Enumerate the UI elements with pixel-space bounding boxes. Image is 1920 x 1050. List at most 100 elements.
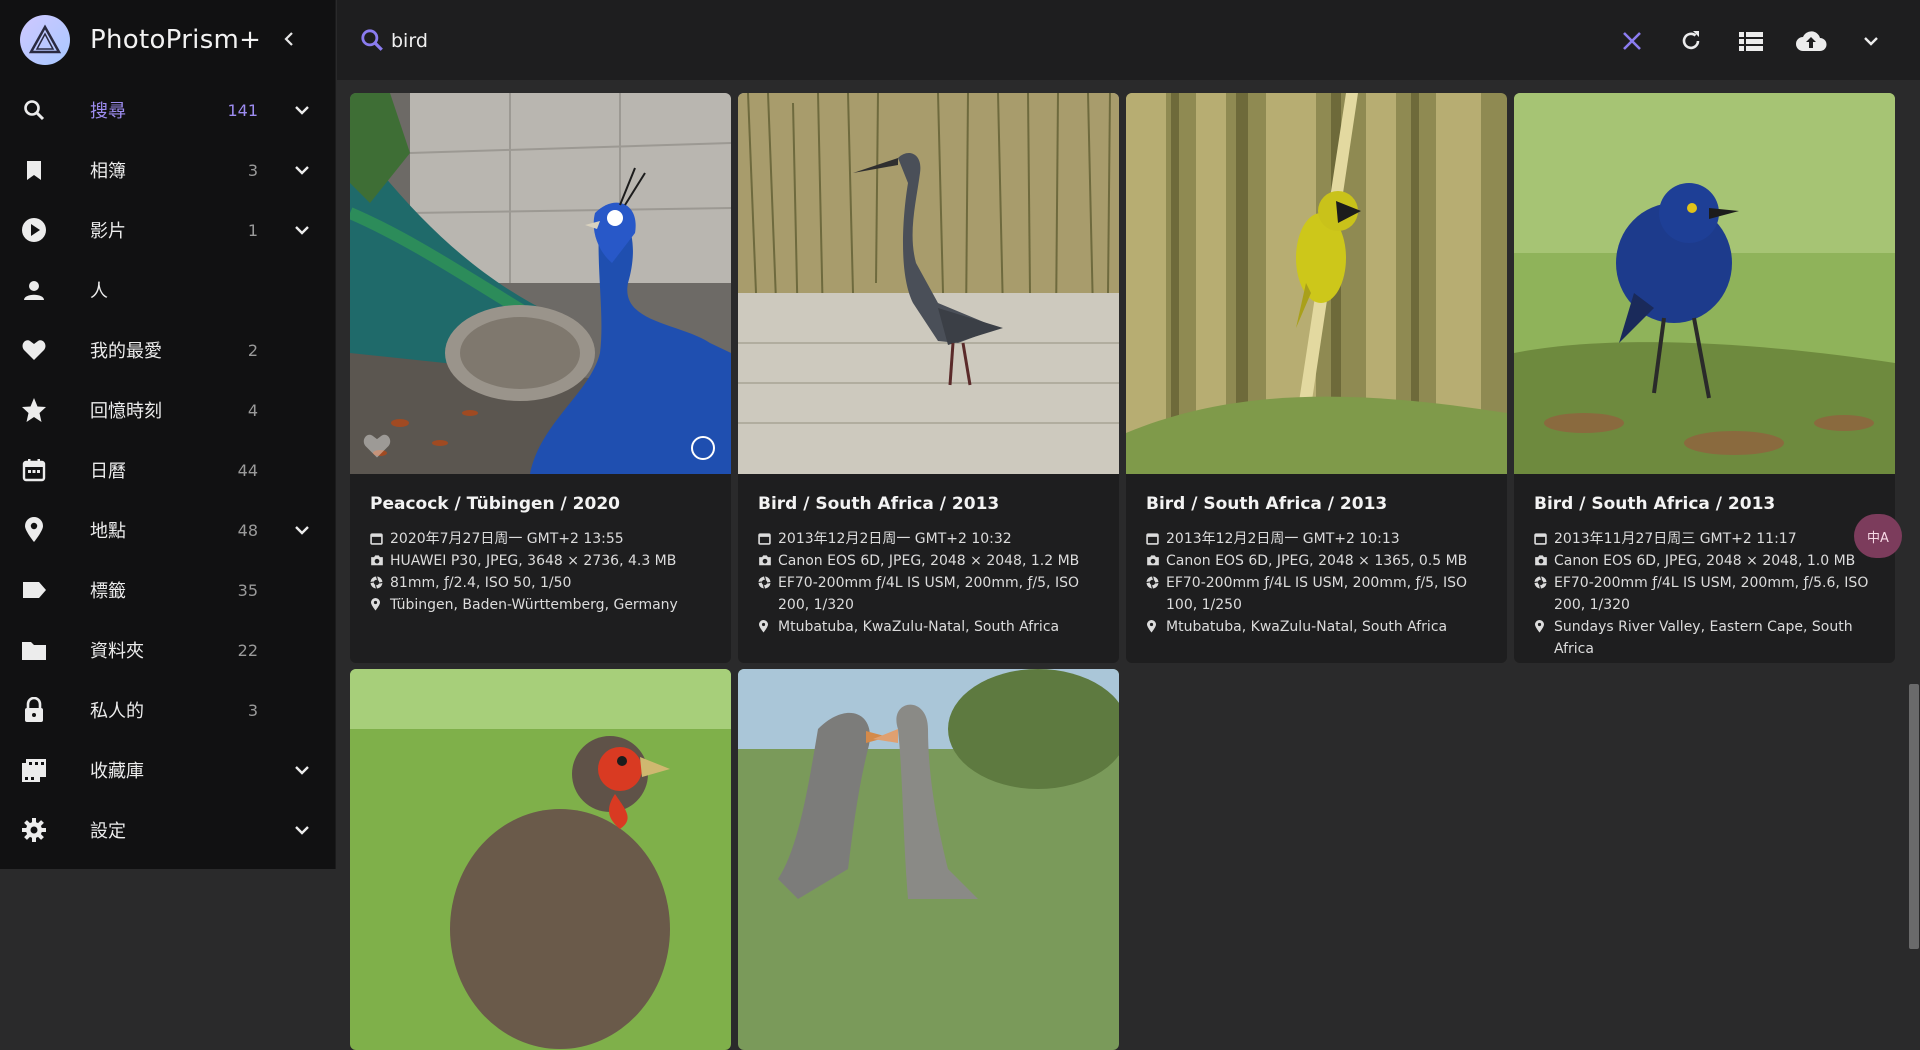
sidebar-item-calendar[interactable]: 日曆 44	[0, 440, 336, 500]
sidebar-item-label: 日曆	[90, 461, 126, 482]
photo-date: 2013年12月2日周一 GMT+2 10:13	[1166, 531, 1400, 547]
star-icon	[20, 396, 48, 424]
sidebar-item-label: 我的最愛	[90, 341, 162, 362]
sidebar-item-label: 相簿	[90, 161, 126, 182]
sidebar-item-moments[interactable]: 回憶時刻 4	[0, 380, 336, 440]
chevron-left-icon	[284, 32, 293, 46]
nav-list: 搜尋 141 相簿 3 影片 1 人 我的最愛 2 回憶時刻 4 日曆 44 地…	[0, 80, 336, 860]
sidebar-item-count: 2	[247, 340, 258, 360]
photo-card[interactable]: Bird / South Africa / 2013 2013年12月2日周一 …	[738, 93, 1119, 663]
photo-info: Peacock / Tübingen / 2020 2020年7月27日周一 G…	[350, 474, 731, 663]
photo-location[interactable]: Mtubatuba, KwaZulu-Natal, South Africa	[778, 616, 1059, 638]
photo-thumbnail[interactable]	[1126, 93, 1507, 474]
scrollbar[interactable]	[1908, 80, 1920, 949]
photo-card[interactable]	[350, 669, 731, 1050]
camera-icon	[370, 550, 390, 572]
search-input[interactable]	[391, 24, 991, 58]
camera-icon	[1534, 550, 1554, 572]
upload-button[interactable]	[1794, 24, 1828, 58]
photo-thumbnail[interactable]	[738, 669, 1119, 1050]
chevron-down-icon[interactable]	[290, 518, 314, 542]
sidebar-item-search[interactable]: 搜尋 141	[0, 80, 336, 140]
photo-card[interactable]: Bird / South Africa / 2013 2013年11月27日周三…	[1514, 93, 1895, 663]
sidebar-item-library[interactable]: 收藏庫	[0, 740, 336, 800]
aperture-icon	[1534, 572, 1554, 616]
upload-cloud-icon	[1796, 31, 1827, 51]
sidebar-item-private[interactable]: 私人的 3	[0, 680, 336, 740]
photo-camera-row: Canon EOS 6D, JPEG, 2048 × 2048, 1.0 MB	[1534, 550, 1875, 572]
photo-date: 2013年11月27日周三 GMT+2 11:17	[1554, 531, 1797, 547]
sidebar-item-label: 收藏庫	[90, 761, 144, 782]
scrollbar-thumb[interactable]	[1909, 684, 1919, 949]
photo-location-row: Sundays River Valley, Eastern Cape, Sout…	[1534, 616, 1875, 660]
refresh-button[interactable]	[1674, 24, 1708, 58]
chevron-down-icon[interactable]	[290, 758, 314, 782]
chevron-down-icon[interactable]	[290, 158, 314, 182]
photo-card[interactable]: Peacock / Tübingen / 2020 2020年7月27日周一 G…	[350, 93, 731, 663]
photo-card[interactable]	[738, 669, 1119, 1050]
photo-camera-row: Canon EOS 6D, JPEG, 2048 × 1365, 0.5 MB	[1146, 550, 1487, 572]
photo-location-row: Mtubatuba, KwaZulu-Natal, South Africa	[1146, 616, 1487, 638]
photo-date-row: 2013年12月2日周一 GMT+2 10:13	[1146, 528, 1487, 550]
sidebar-item-label: 人	[90, 281, 108, 302]
photo-date-row: 2013年11月27日周三 GMT+2 11:17	[1534, 528, 1875, 550]
sidebar-item-people[interactable]: 人	[0, 260, 336, 320]
collapse-sidebar-button[interactable]	[276, 26, 302, 52]
photo-info: Bird / South Africa / 2013 2013年12月2日周一 …	[738, 474, 1119, 663]
sidebar-item-albums[interactable]: 相簿 3	[0, 140, 336, 200]
photo-location-row: Tübingen, Baden-Württemberg, Germany	[370, 594, 711, 616]
sidebar-item-count: 3	[247, 700, 258, 720]
heart-icon[interactable]	[362, 432, 392, 462]
photo-location-row: Mtubatuba, KwaZulu-Natal, South Africa	[758, 616, 1099, 638]
map-pin-icon	[20, 516, 48, 544]
aperture-icon	[758, 572, 778, 616]
sidebar-item-videos[interactable]: 影片 1	[0, 200, 336, 260]
translate-button[interactable]: 中A	[1854, 514, 1902, 558]
chevron-down-icon[interactable]	[290, 218, 314, 242]
photo-location[interactable]: Sundays River Valley, Eastern Cape, Sout…	[1554, 616, 1875, 660]
map-pin-icon	[370, 594, 390, 616]
clear-search-button[interactable]	[1615, 24, 1649, 58]
photo-lens: EF70-200mm ƒ/4L IS USM, 200mm, ƒ/5, ISO …	[1166, 575, 1467, 613]
chevron-down-icon[interactable]	[290, 98, 314, 122]
select-checkbox[interactable]	[691, 436, 715, 460]
photo-camera: Canon EOS 6D, JPEG, 2048 × 1365, 0.5 MB	[1166, 553, 1468, 569]
sidebar-item-folders[interactable]: 資料夾 22	[0, 620, 336, 680]
app-logo[interactable]	[20, 15, 70, 65]
sidebar-item-label: 搜尋	[90, 101, 126, 122]
sidebar-item-favorites[interactable]: 我的最愛 2	[0, 320, 336, 380]
photo-date: 2020年7月27日周一 GMT+2 13:55	[390, 531, 624, 547]
photo-info: Bird / South Africa / 2013 2013年11月27日周三…	[1514, 474, 1895, 663]
photo-thumbnail[interactable]	[738, 93, 1119, 474]
search-icon	[20, 96, 48, 124]
photo-title: Bird / South Africa / 2013	[758, 494, 1000, 514]
sidebar-item-labels[interactable]: 標籤 35	[0, 560, 336, 620]
photo-lens: EF70-200mm ƒ/4L IS USM, 200mm, ƒ/5.6, IS…	[1554, 575, 1869, 613]
sidebar-item-label: 地點	[90, 521, 126, 542]
expand-toolbar-button[interactable]	[1854, 24, 1888, 58]
calendar-icon	[20, 456, 48, 484]
sidebar-item-places[interactable]: 地點 48	[0, 500, 336, 560]
photo-thumbnail[interactable]	[350, 669, 731, 1050]
photo-thumbnail[interactable]	[350, 93, 731, 474]
photo-thumbnail[interactable]	[1514, 93, 1895, 474]
sidebar-item-settings[interactable]: 設定	[0, 800, 336, 860]
gear-icon	[20, 816, 48, 844]
photo-camera: Canon EOS 6D, JPEG, 2048 × 2048, 1.2 MB	[778, 553, 1080, 569]
photo-camera: HUAWEI P30, JPEG, 3648 × 2736, 4.3 MB	[390, 553, 677, 569]
map-pin-icon	[1146, 616, 1166, 638]
photo-lens-row: EF70-200mm ƒ/4L IS USM, 200mm, ƒ/5, ISO …	[758, 572, 1099, 616]
sidebar-item-label: 回憶時刻	[90, 401, 162, 422]
refresh-icon	[1682, 31, 1700, 50]
chevron-down-icon[interactable]	[290, 818, 314, 842]
sidebar-item-label: 影片	[90, 221, 126, 242]
photo-title: Peacock / Tübingen / 2020	[370, 494, 620, 514]
photo-location[interactable]: Tübingen, Baden-Württemberg, Germany	[390, 594, 678, 616]
lock-icon	[20, 696, 48, 724]
photo-lens: 81mm, ƒ/2.4, ISO 50, 1/50	[390, 575, 572, 591]
translate-icon: 中A	[1867, 530, 1889, 546]
photo-card[interactable]: Bird / South Africa / 2013 2013年12月2日周一 …	[1126, 93, 1507, 663]
photo-location[interactable]: Mtubatuba, KwaZulu-Natal, South Africa	[1166, 616, 1447, 638]
photo-title: Bird / South Africa / 2013	[1534, 494, 1776, 514]
list-view-button[interactable]	[1734, 24, 1768, 58]
